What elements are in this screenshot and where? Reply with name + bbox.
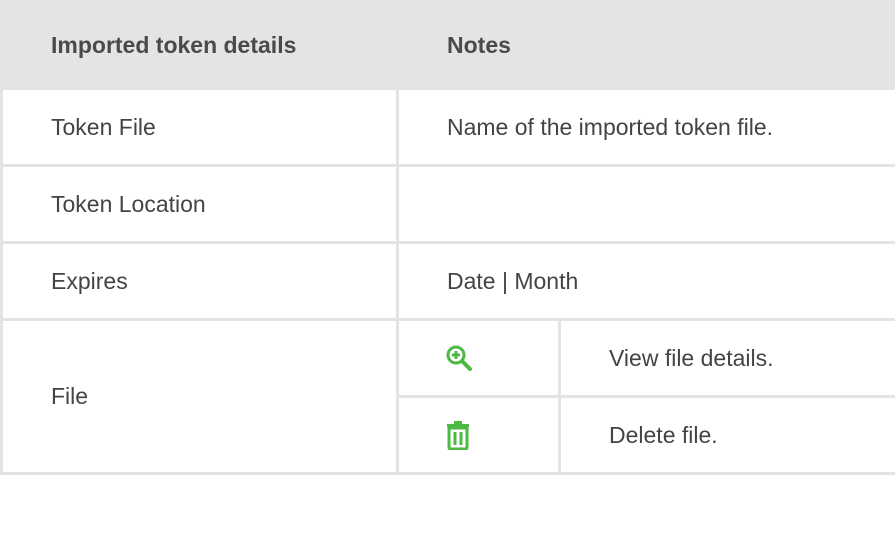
table-row: Token File Name of the imported token fi… <box>0 87 895 167</box>
delete-icon-cell <box>396 395 561 475</box>
trash-icon <box>447 421 469 450</box>
header-notes: Notes <box>396 0 895 90</box>
delete-description: Delete file. <box>558 395 895 475</box>
row-note-expires: Date | Month <box>396 241 895 321</box>
row-label-token-location: Token Location <box>0 164 399 244</box>
row-note-token-location <box>396 164 895 244</box>
zoom-in-icon <box>446 345 472 371</box>
table-row: Token Location <box>0 164 895 244</box>
table-header-row: Imported token details Notes <box>0 0 895 90</box>
view-details-description: View file details. <box>558 318 895 398</box>
row-label-token-file: Token File <box>0 87 399 167</box>
header-imported-token-details: Imported token details <box>0 0 399 90</box>
view-details-icon-cell <box>396 318 561 398</box>
row-note-token-file: Name of the imported token file. <box>396 87 895 167</box>
row-label-expires: Expires <box>0 241 399 321</box>
row-label-file: File <box>0 318 399 475</box>
table-row: File View file details. <box>0 318 895 475</box>
token-details-table: Imported token details Notes Token File … <box>0 0 895 475</box>
table-row: Expires Date | Month <box>0 241 895 321</box>
